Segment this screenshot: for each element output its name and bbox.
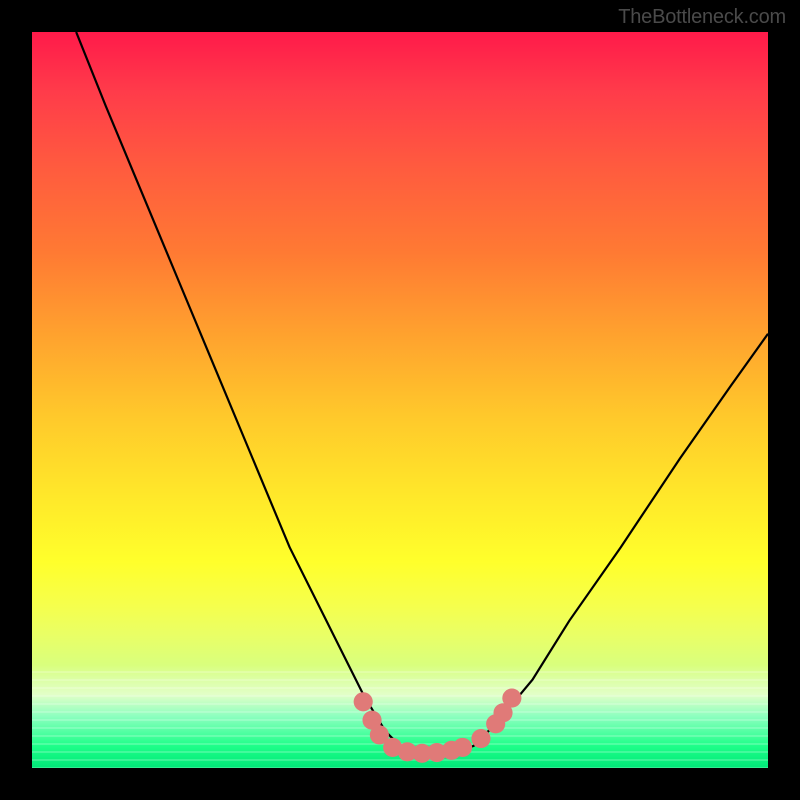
chart-frame: TheBottleneck.com: [0, 0, 800, 800]
bottleneck-curve: [76, 32, 768, 753]
marker-dot: [453, 738, 472, 757]
marker-dot: [471, 729, 490, 748]
attribution-text: TheBottleneck.com: [618, 6, 786, 29]
chart-svg: [32, 32, 768, 768]
marker-dot: [502, 689, 521, 708]
plot-area: [32, 32, 768, 768]
optimal-range-markers: [354, 689, 522, 763]
marker-dot: [354, 692, 373, 711]
